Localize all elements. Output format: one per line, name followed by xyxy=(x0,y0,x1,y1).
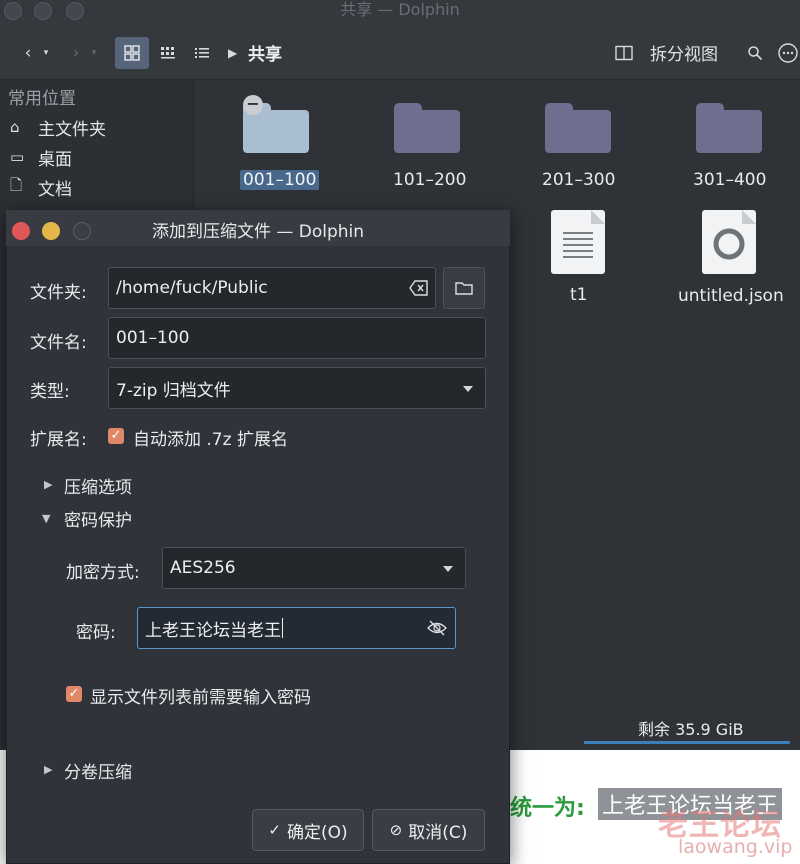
ok-button-label: 确定(O) xyxy=(286,822,348,843)
forward-history-icon[interactable]: ▾ xyxy=(88,37,100,69)
places-heading: 常用位置 xyxy=(8,89,76,109)
free-space-label: 剩余 35.9 GiB xyxy=(638,720,744,739)
password-label: 密码: xyxy=(76,623,116,643)
multi-volume-section[interactable]: 分卷压缩 xyxy=(64,758,132,783)
password-value: 上老王论坛当老王 xyxy=(145,620,281,641)
ok-button[interactable]: ✓ 确定(O) xyxy=(252,809,364,851)
sidebar-item-label: 文档 xyxy=(38,179,72,200)
file-label-101-200[interactable]: 101–200 xyxy=(393,170,466,190)
folder-icon[interactable] xyxy=(394,103,460,153)
title-bar: 共享 — Dolphin xyxy=(0,0,800,22)
filename-label: 文件名: xyxy=(30,333,87,353)
dialog-title: 添加到压缩文件 — Dolphin xyxy=(151,222,365,242)
extension-label: 扩展名: xyxy=(30,430,87,450)
free-space-bar xyxy=(584,741,790,744)
browse-folder-button[interactable] xyxy=(443,267,485,309)
grid-icon xyxy=(124,45,140,61)
folder-label: 文件夹: xyxy=(30,283,87,303)
compact-grid-icon xyxy=(161,47,175,59)
cancel-button-label: 取消(C) xyxy=(408,822,468,843)
sidebar-item-desktop[interactable]: ▭ 桌面 xyxy=(10,144,72,170)
encryption-label: 加密方式: xyxy=(66,563,140,583)
encrypt-header-checkbox[interactable]: ✓ xyxy=(66,686,82,702)
window-title: 共享 — Dolphin xyxy=(340,0,460,19)
text-file-icon[interactable] xyxy=(551,210,605,274)
sidebar-item-label: 桌面 xyxy=(38,149,72,170)
auto-extension-checkbox[interactable]: ✓ xyxy=(108,428,124,444)
filename-input[interactable]: 001–100 xyxy=(108,317,486,359)
password-input[interactable]: 上老王论坛当老王 xyxy=(137,607,456,649)
password-protection-section[interactable]: 密码保护 xyxy=(64,506,132,531)
file-label-301-400[interactable]: 301–400 xyxy=(693,170,766,190)
folder-icon[interactable] xyxy=(696,103,762,153)
desktop-icon: ▭ xyxy=(10,148,25,166)
expand-arrow-icon[interactable]: ▶ xyxy=(44,763,52,776)
chevron-down-icon xyxy=(443,566,453,572)
forward-button[interactable]: › xyxy=(66,37,86,69)
list-icon xyxy=(195,48,209,58)
back-history-icon[interactable]: ▾ xyxy=(40,37,52,69)
compression-options-section[interactable]: 压缩选项 xyxy=(64,473,132,498)
deselect-icon[interactable]: − xyxy=(243,95,263,115)
details-view-button[interactable] xyxy=(190,37,214,69)
file-label-t1[interactable]: t1 xyxy=(570,285,587,305)
expand-arrow-icon[interactable]: ▶ xyxy=(44,478,52,491)
more-options-icon xyxy=(778,43,798,63)
folder-icon[interactable] xyxy=(545,103,611,153)
breadcrumb-arrow-icon: ▶ xyxy=(228,46,238,60)
folder-path-input[interactable]: /home/fuck/Public xyxy=(108,267,436,309)
folder-path-value: /home/fuck/Public xyxy=(116,278,268,298)
sidebar-item-label: 主文件夹 xyxy=(38,119,106,140)
document-icon: 🗋 xyxy=(10,175,23,194)
icons-view-button[interactable] xyxy=(115,37,149,69)
home-icon: ⌂ xyxy=(10,118,20,136)
cancel-icon: ⊘ xyxy=(389,821,403,839)
archive-type-select[interactable]: 7-zip 归档文件 xyxy=(108,367,486,409)
watermark-url: laowang.vip xyxy=(678,836,793,858)
cancel-button[interactable]: ⊘ 取消(C) xyxy=(372,809,485,851)
search-icon[interactable] xyxy=(744,37,766,69)
type-label: 类型: xyxy=(30,382,70,402)
file-label-201-300[interactable]: 201–300 xyxy=(542,170,615,190)
breadcrumb[interactable]: 共享 xyxy=(248,40,282,65)
menu-button[interactable] xyxy=(776,37,800,69)
split-view-button[interactable]: 拆分视图 xyxy=(650,40,718,65)
file-label-001-100[interactable]: 001–100 xyxy=(240,170,320,190)
visibility-off-icon[interactable] xyxy=(427,619,447,642)
sidebar-item-home[interactable]: ⌂ 主文件夹 xyxy=(10,114,106,140)
check-icon: ✓ xyxy=(268,821,281,839)
text-cursor xyxy=(282,618,283,638)
encryption-method-value: AES256 xyxy=(170,558,236,578)
back-button[interactable]: ‹ xyxy=(16,37,40,69)
chevron-down-icon xyxy=(463,386,473,392)
filename-value: 001–100 xyxy=(116,328,190,348)
clear-text-icon[interactable] xyxy=(409,279,429,302)
json-file-icon[interactable] xyxy=(702,210,756,274)
auto-extension-label[interactable]: 自动添加 .7z 扩展名 xyxy=(133,425,288,450)
folder-open-icon xyxy=(455,282,473,295)
split-view-icon[interactable] xyxy=(612,37,636,69)
sidebar-item-documents[interactable]: 🗋 文档 xyxy=(10,174,72,200)
encryption-method-select[interactable]: AES256 xyxy=(162,547,466,589)
file-label-untitled-json[interactable]: untitled.json xyxy=(678,286,784,306)
archive-type-value: 7-zip 归档文件 xyxy=(116,380,231,401)
collapse-arrow-icon[interactable]: ▼ xyxy=(42,512,50,525)
page-caption: 统一为: xyxy=(510,796,585,821)
compact-view-button[interactable] xyxy=(154,37,182,69)
encrypt-header-label[interactable]: 显示文件列表前需要输入密码 xyxy=(90,683,311,708)
